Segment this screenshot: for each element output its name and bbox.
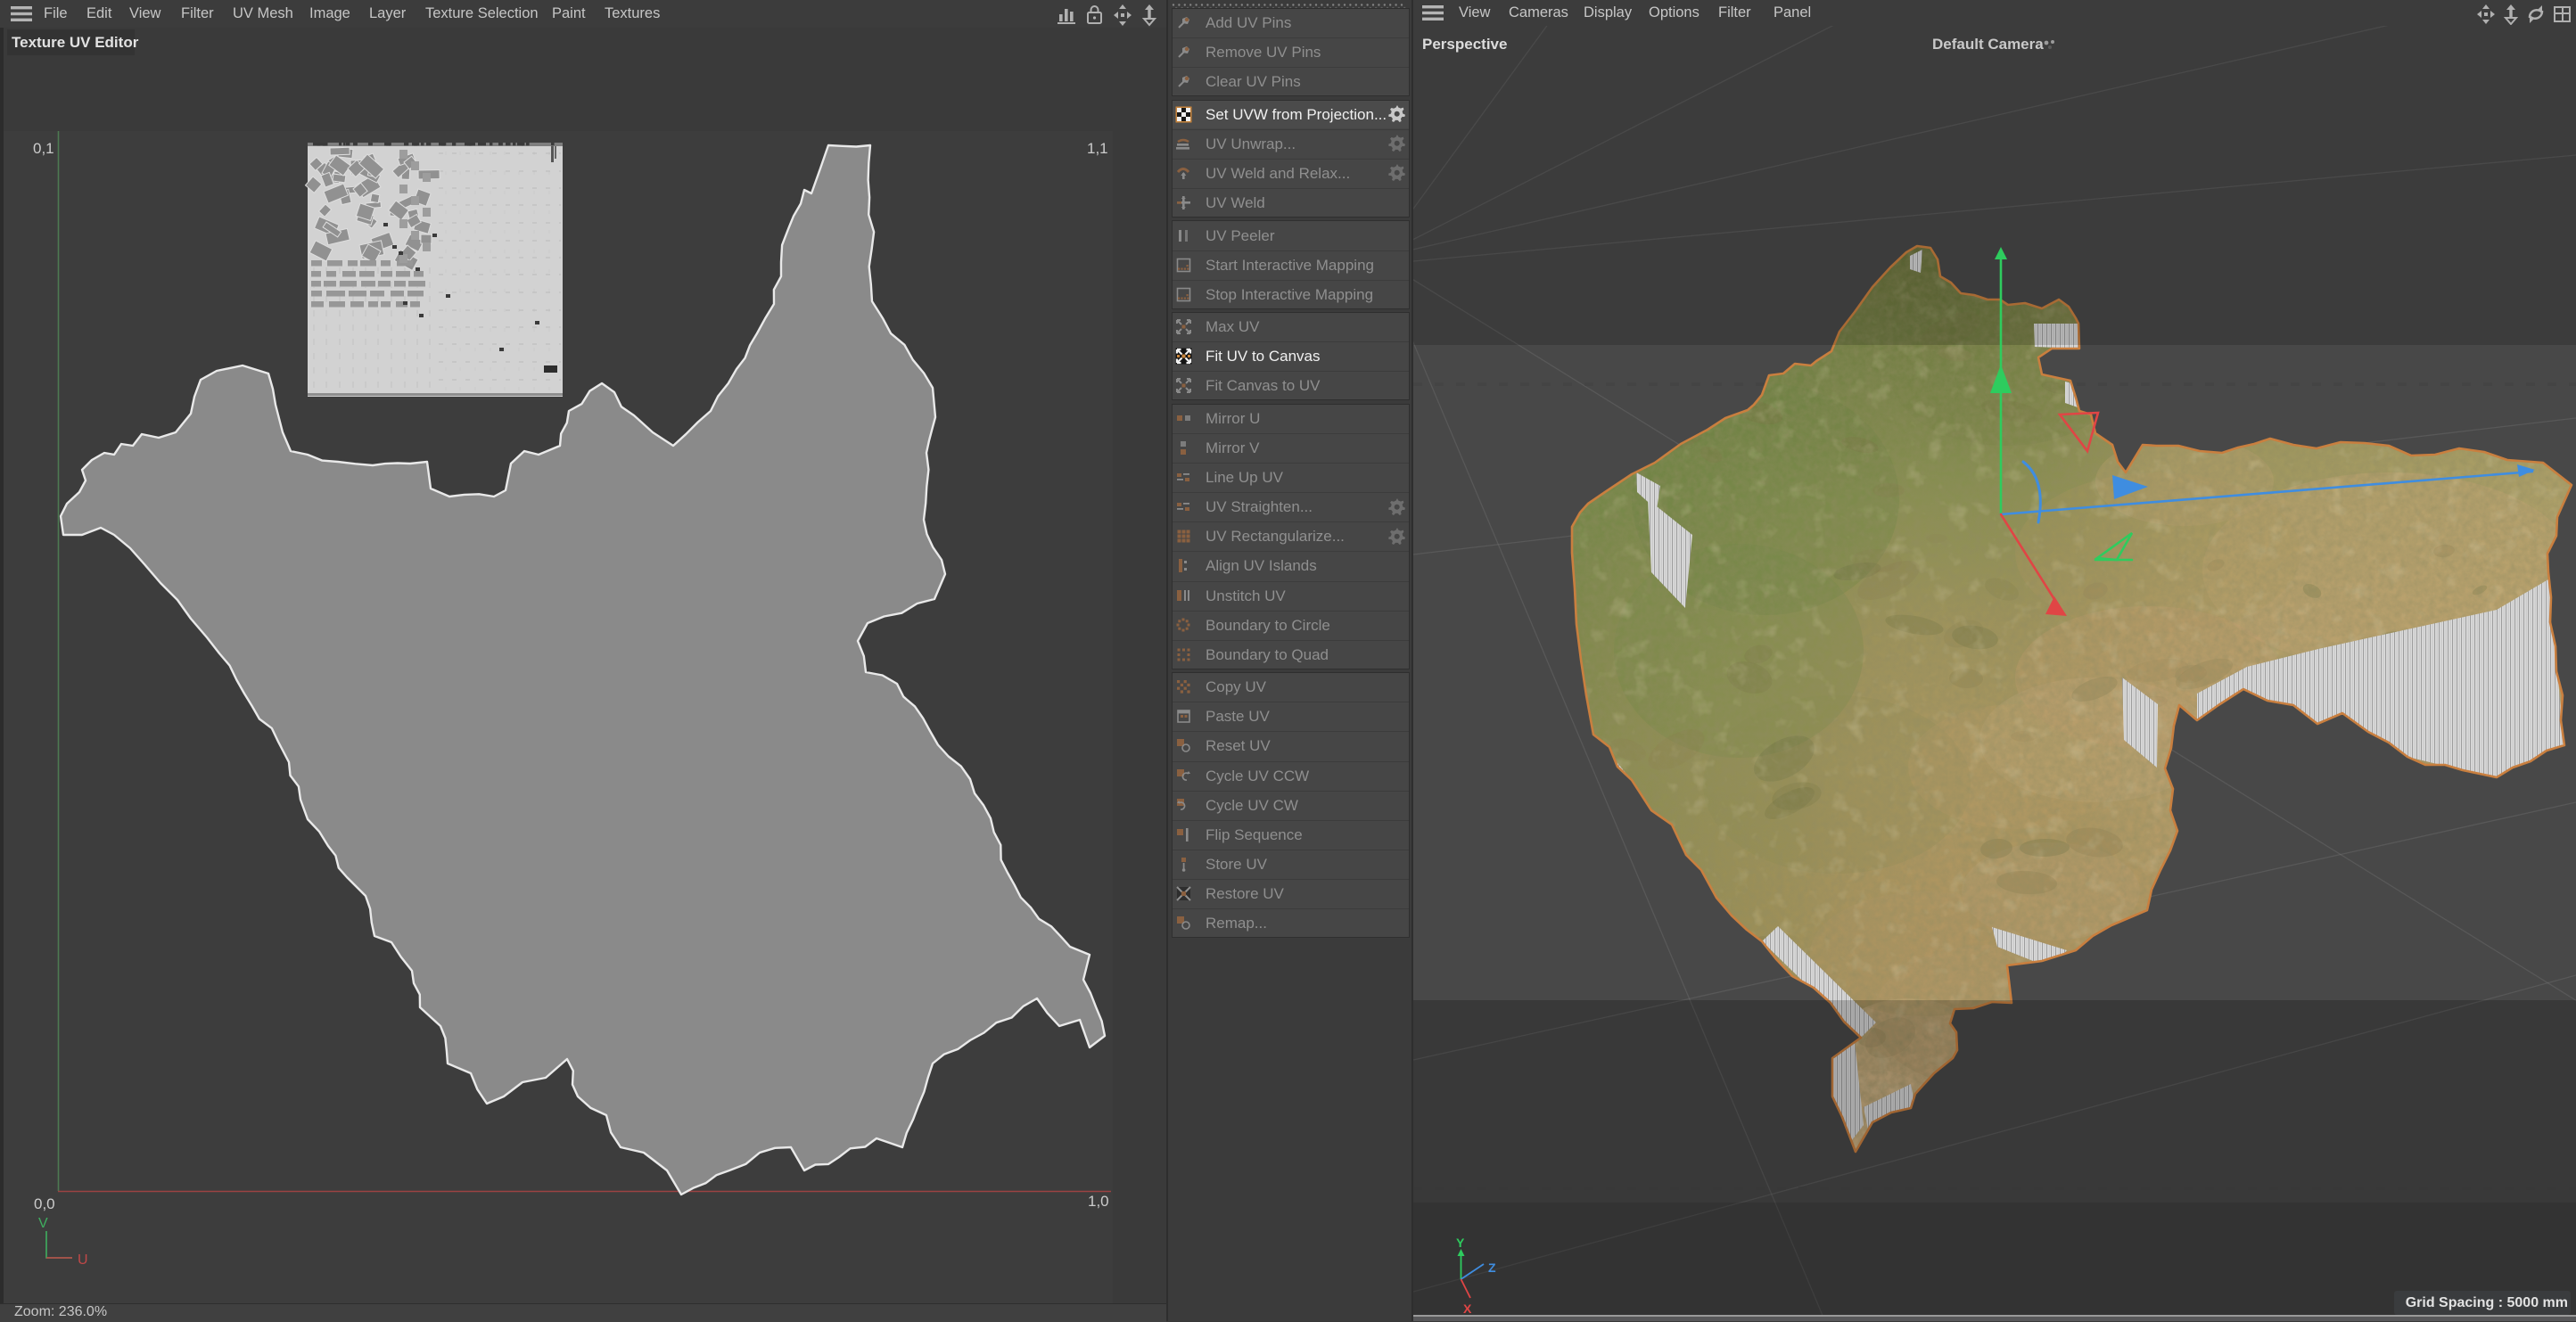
svg-text:Z: Z	[1488, 1260, 1496, 1275]
svg-text:1,0: 1,0	[1088, 1193, 1109, 1210]
svg-text:U: U	[78, 1252, 88, 1268]
svg-text:V: V	[38, 1216, 48, 1231]
svg-text:1,1: 1,1	[1087, 140, 1108, 157]
svg-text:0,1: 0,1	[33, 140, 54, 157]
svg-text:X: X	[1463, 1301, 1472, 1316]
svg-text:0,0: 0,0	[34, 1195, 55, 1212]
svg-text:Y: Y	[1456, 1236, 1465, 1250]
